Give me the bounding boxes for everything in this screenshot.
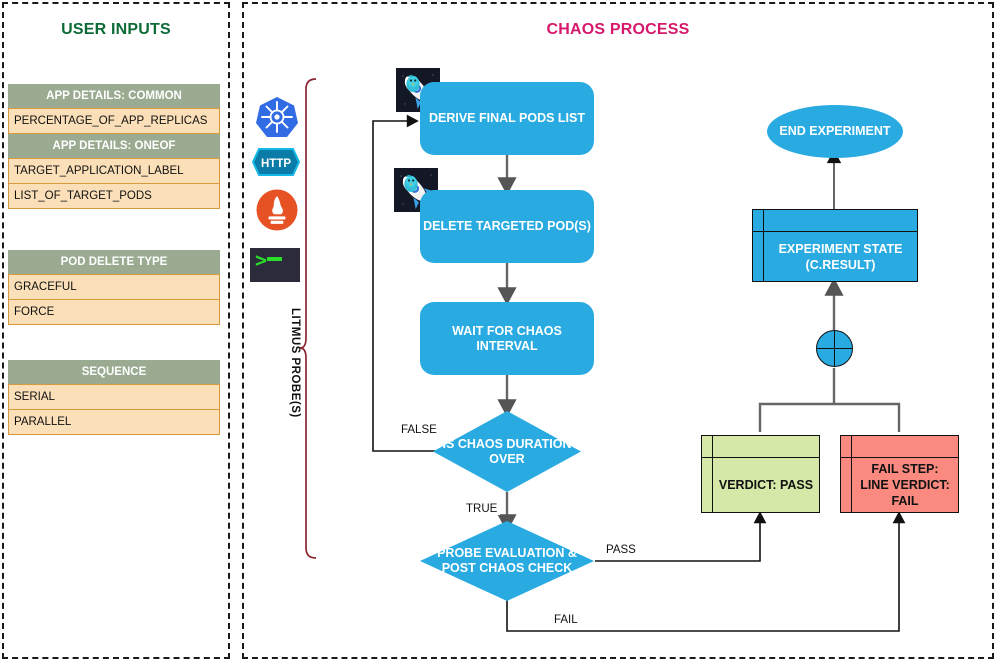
prometheus-probe-icon[interactable]	[256, 189, 298, 231]
input-row-parallel[interactable]: PARALLEL	[8, 410, 220, 435]
node-end-experiment[interactable]: END EXPERIMENT	[767, 105, 903, 158]
node-label: PROBE EVALUATION & POST CHAOS CHECK	[437, 546, 577, 575]
svg-text:HTTP: HTTP	[261, 158, 291, 170]
node-experiment-state[interactable]: EXPERIMENT STATE (C.RESULT)	[752, 209, 918, 282]
cmd-probe-icon[interactable]: >	[250, 248, 300, 282]
node-delete-targeted-pods[interactable]: DELETE TARGETED POD(S)	[420, 190, 594, 263]
table-header-bar	[702, 436, 819, 458]
edge-label-true: TRUE	[463, 503, 501, 515]
pod-delete-type-table: POD DELETE TYPE GRACEFUL FORCE	[8, 250, 220, 325]
prompt-underscore-icon	[267, 257, 282, 261]
node-label: EXPERIMENT STATE (C.RESULT)	[778, 241, 903, 272]
http-probe-icon[interactable]: HTTP	[251, 148, 301, 176]
sequence-table: SEQUENCE SERIAL PARALLEL	[8, 360, 220, 435]
app-details-oneof-header: APP DETAILS: ONEOF	[8, 134, 220, 158]
litmus-probes-bracket-label: LITMUS PROBE(S)	[289, 308, 301, 418]
input-row-percentage-of-app-replicas[interactable]: PERCENTAGE_OF_APP_REPLICAS	[8, 108, 220, 134]
node-verdict-fail[interactable]: FAIL STEP: LINE VERDICT: FAIL	[840, 435, 959, 513]
kubernetes-probe-icon[interactable]	[256, 96, 298, 138]
input-row-serial[interactable]: SERIAL	[8, 384, 220, 410]
chaos-process-title: CHAOS PROCESS	[546, 21, 690, 38]
app-details-table: APP DETAILS: COMMON PERCENTAGE_OF_APP_RE…	[8, 84, 220, 209]
input-row-list-of-target-pods[interactable]: LIST_OF_TARGET_PODS	[8, 184, 220, 209]
input-row-target-application-label[interactable]: TARGET_APPLICATION_LABEL	[8, 158, 220, 184]
terminal-window: >	[250, 248, 300, 282]
node-is-chaos-duration-over[interactable]: IS CHAOS DURATION OVER	[433, 411, 581, 492]
node-label: FAIL STEP: LINE VERDICT: FAIL	[860, 462, 950, 508]
input-row-force[interactable]: FORCE	[8, 300, 220, 325]
diagram-canvas: USER INPUTS APP DETAILS: COMMON PERCENTA…	[0, 0, 996, 661]
app-details-common-header: APP DETAILS: COMMON	[8, 84, 220, 108]
prompt-caret-icon: >	[255, 248, 268, 272]
input-row-graceful[interactable]: GRACEFUL	[8, 274, 220, 300]
user-inputs-title: USER INPUTS	[61, 21, 171, 38]
table-header-bar	[753, 210, 917, 232]
node-label: VERDICT: PASS	[718, 478, 814, 492]
node-label: IS CHAOS DURATION OVER	[442, 436, 572, 466]
merge-junction-node[interactable]	[816, 330, 853, 367]
sequence-header: SEQUENCE	[8, 360, 220, 384]
node-derive-final-pods-list[interactable]: DERIVE FINAL PODS LIST	[420, 82, 594, 155]
table-left-column	[841, 436, 852, 512]
edge-label-fail: FAIL	[551, 614, 581, 626]
node-probe-evaluation-post-chaos-check[interactable]: PROBE EVALUATION & POST CHAOS CHECK	[420, 521, 594, 601]
table-left-column	[753, 210, 764, 281]
table-left-column	[702, 436, 713, 512]
node-verdict-pass[interactable]: VERDICT: PASS	[701, 435, 820, 513]
edge-label-pass: PASS	[603, 544, 639, 556]
edge-label-false: FALSE	[398, 424, 440, 436]
pod-delete-type-header: POD DELETE TYPE	[8, 250, 220, 274]
table-header-bar	[841, 436, 958, 458]
node-wait-for-chaos-interval[interactable]: WAIT FOR CHAOS INTERVAL	[420, 302, 594, 375]
chaos-process-panel	[242, 2, 994, 659]
